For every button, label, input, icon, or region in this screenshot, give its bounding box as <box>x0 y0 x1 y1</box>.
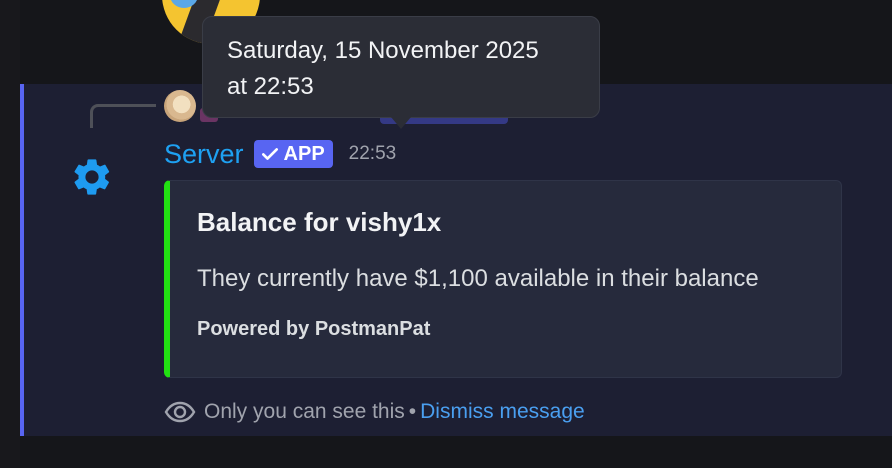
balance-embed: Balance for vishy1x They currently have … <box>164 180 842 378</box>
channel-left-gutter <box>0 0 20 468</box>
checkmark-icon <box>261 148 278 160</box>
gear-icon[interactable] <box>70 155 114 199</box>
ephemeral-notice-text: Only you can see this <box>204 400 405 423</box>
author-name[interactable]: Server <box>164 136 244 172</box>
embed-title: Balance for vishy1x <box>197 207 442 237</box>
eye-icon <box>164 401 196 423</box>
next-message-area <box>20 436 892 468</box>
tooltip-time: at 22:53 <box>227 73 314 100</box>
embed-footer: Powered by PostmanPat <box>197 318 431 340</box>
tooltip-date: Saturday, 15 November 2025 <box>227 37 539 64</box>
message-timestamp[interactable]: 22:53 <box>349 136 397 172</box>
embed-description: They currently have $1,100 available in … <box>197 265 759 292</box>
app-badge-label: APP <box>283 142 325 165</box>
separator-dot: • <box>408 400 417 423</box>
ephemeral-notice: Only you can see this • Dismiss message <box>164 398 585 426</box>
app-badge: APP <box>253 140 333 168</box>
message-header: Server APP 22:53 <box>164 136 396 172</box>
reply-avatar[interactable] <box>164 90 196 122</box>
reply-connector <box>90 104 156 128</box>
timestamp-tooltip: Saturday, 15 November 2025 at 22:53 <box>202 16 600 118</box>
tooltip-arrow <box>391 117 411 129</box>
dismiss-message-link[interactable]: Dismiss message <box>420 400 585 424</box>
